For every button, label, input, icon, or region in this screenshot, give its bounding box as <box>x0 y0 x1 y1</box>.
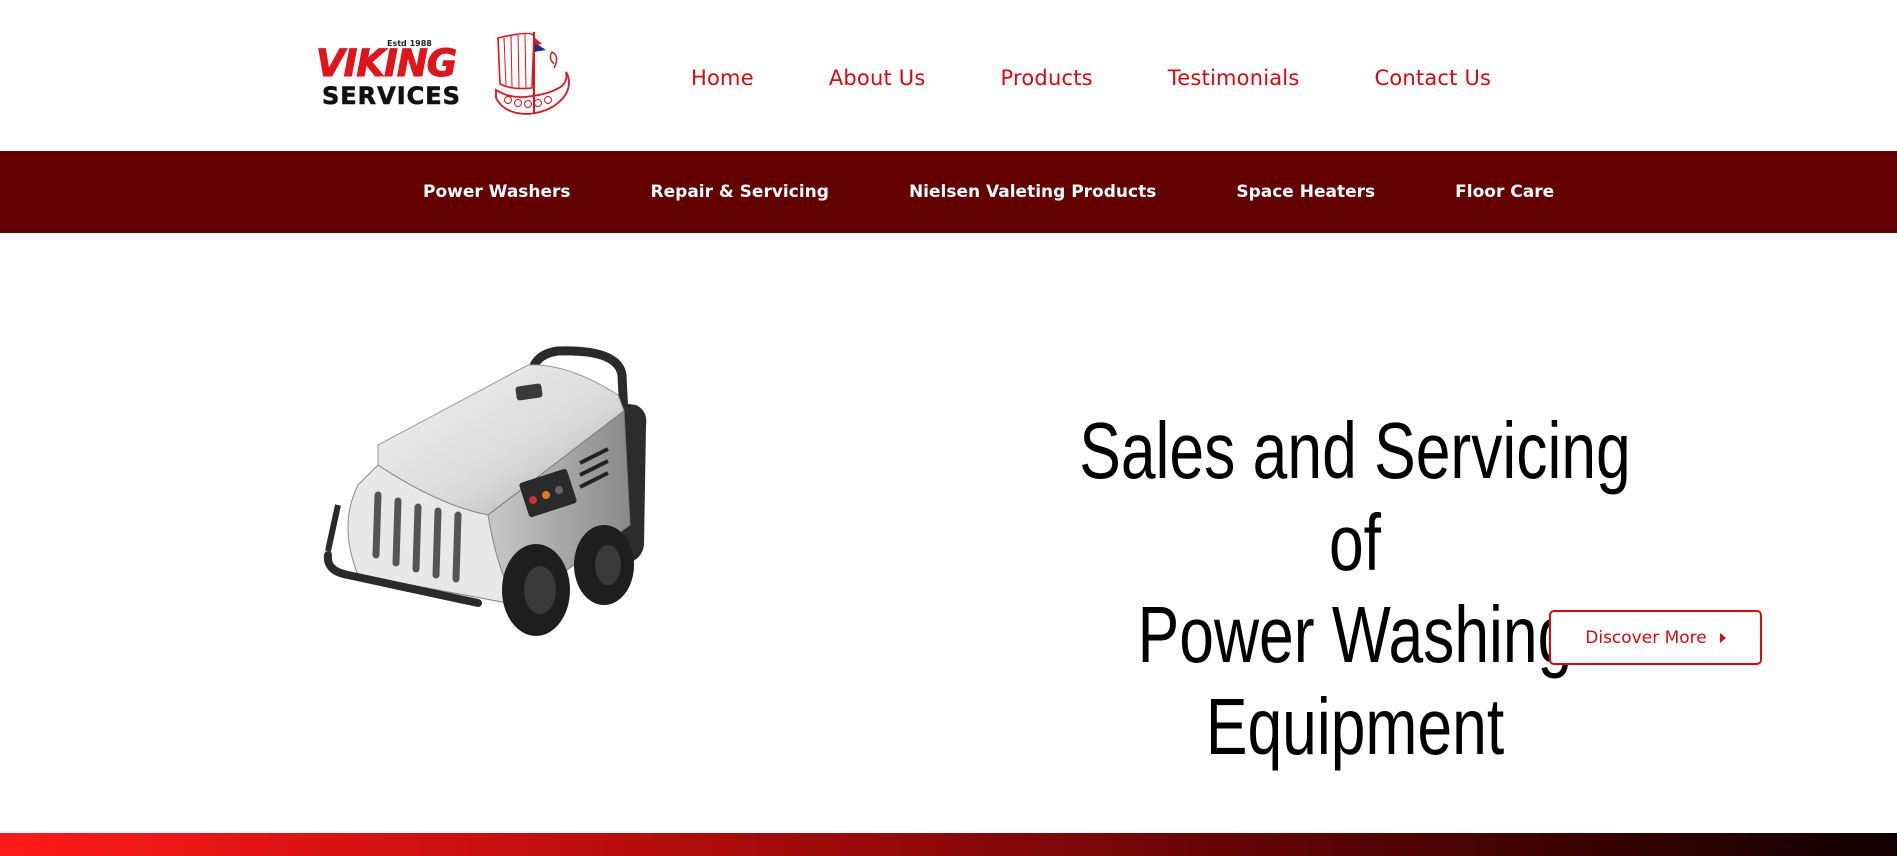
category-power-washers[interactable]: Power Washers <box>423 182 571 202</box>
nav-products[interactable]: Products <box>1001 66 1093 90</box>
site-header: Estd 1988 VIKING SERVICES Home About Us … <box>0 0 1897 151</box>
category-floor-care[interactable]: Floor Care <box>1455 182 1554 202</box>
discover-more-button[interactable]: Discover More <box>1549 610 1762 665</box>
site-logo[interactable]: Estd 1988 VIKING SERVICES <box>315 28 574 122</box>
footer-gradient-bar <box>0 833 1897 856</box>
viking-ship-icon <box>495 32 570 115</box>
nav-contact-us[interactable]: Contact Us <box>1374 66 1491 90</box>
category-nav: Power Washers Repair & Servicing Nielsen… <box>0 151 1897 233</box>
nav-testimonials[interactable]: Testimonials <box>1168 66 1300 90</box>
power-washer-image <box>323 346 647 636</box>
main-nav: Home About Us Products Testimonials Cont… <box>691 62 1491 94</box>
hero-headline: Sales and Servicing of Power Washing Equ… <box>1047 405 1663 773</box>
hero-headline-line1: Sales and Servicing of <box>1079 406 1631 587</box>
logo-wordmark-viking: VIKING <box>315 42 457 85</box>
category-nielsen-valeting-products[interactable]: Nielsen Valeting Products <box>909 182 1156 202</box>
category-space-heaters[interactable]: Space Heaters <box>1236 182 1375 202</box>
logo-wordmark-services: SERVICES <box>322 82 461 110</box>
nav-home[interactable]: Home <box>691 66 754 90</box>
discover-more-label: Discover More <box>1585 627 1707 648</box>
category-repair-servicing[interactable]: Repair & Servicing <box>651 182 829 202</box>
category-nav-items: Power Washers Repair & Servicing Nielsen… <box>423 151 1554 233</box>
caret-right-icon <box>1719 632 1726 643</box>
nav-about-us[interactable]: About Us <box>829 66 926 90</box>
